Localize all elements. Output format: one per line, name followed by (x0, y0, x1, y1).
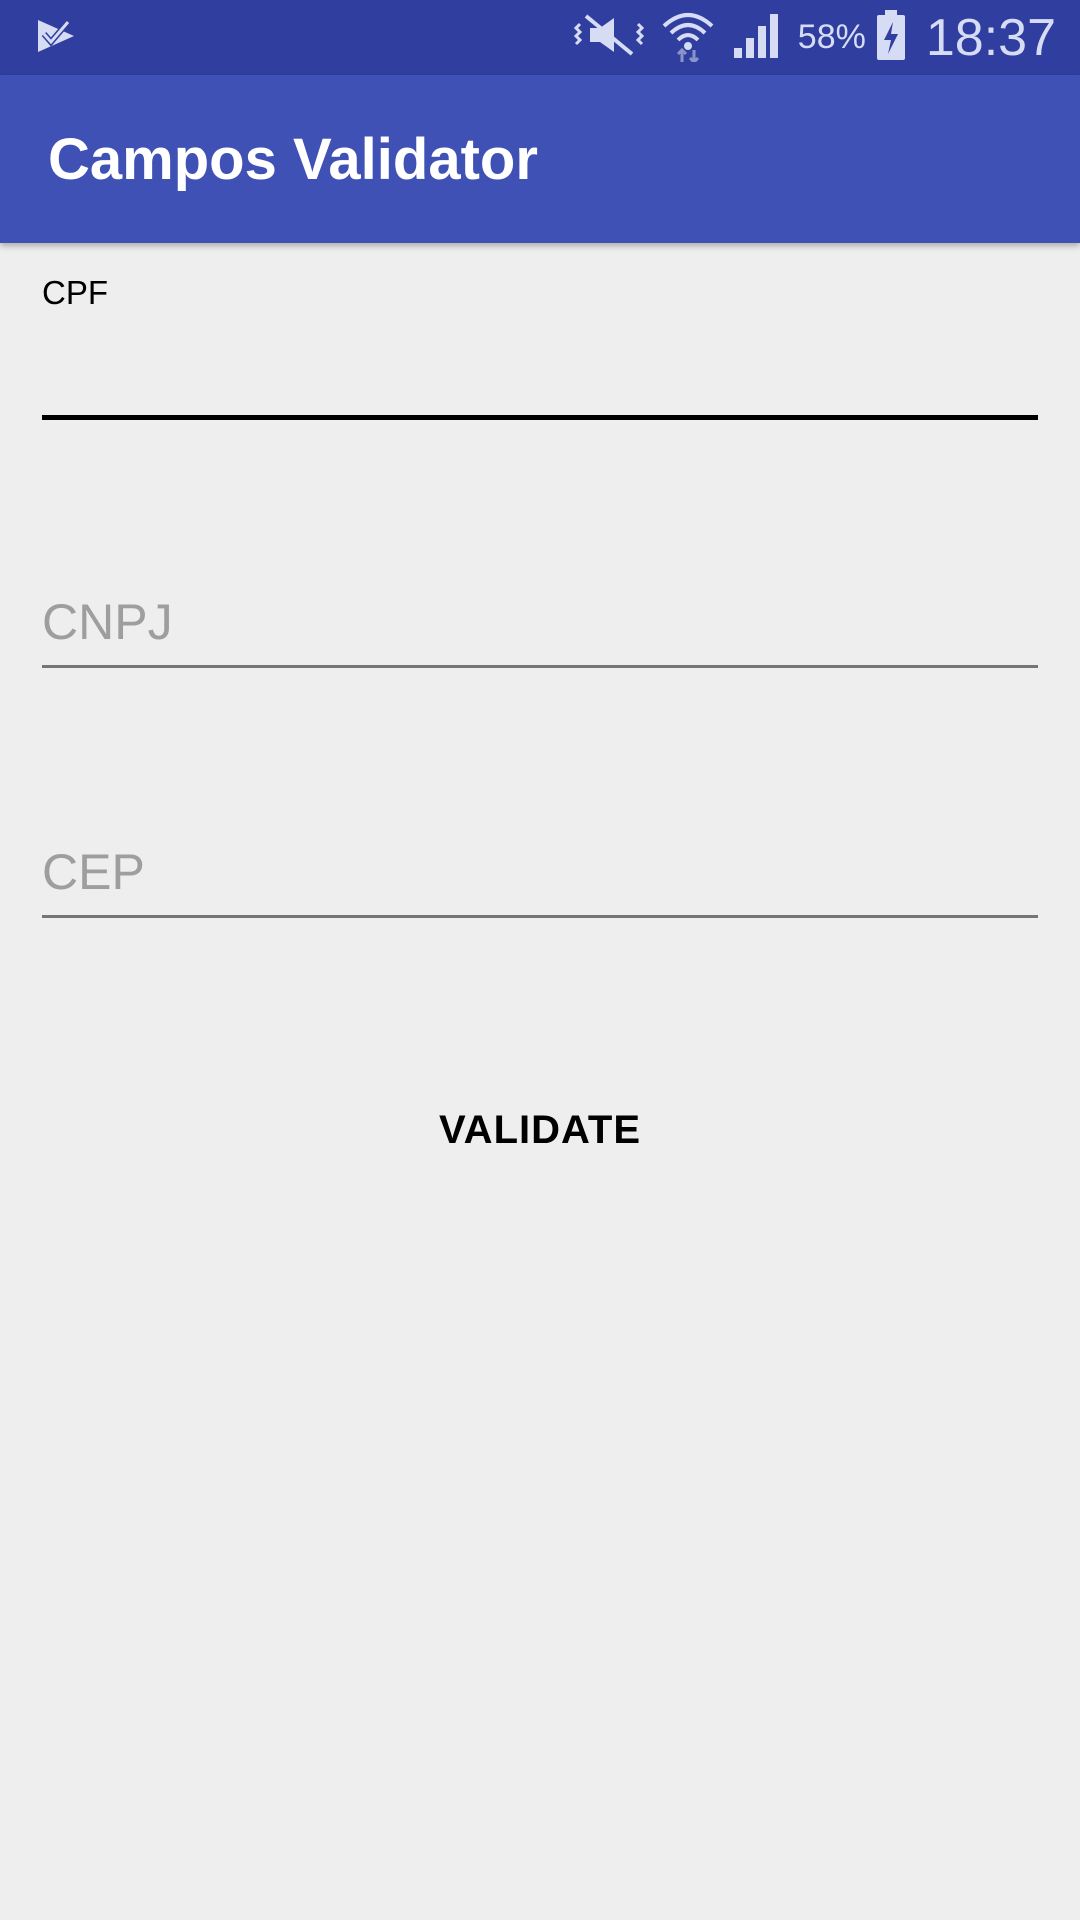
battery-percent: 58% (797, 18, 866, 56)
cep-underline (42, 915, 1038, 918)
screen: 58% 18:37 Campos Validator CPF VALIDATE (0, 0, 1080, 1920)
cep-input[interactable] (42, 840, 1038, 904)
status-bar: 58% 18:37 (0, 0, 1080, 75)
validate-button[interactable]: VALIDATE (400, 1090, 680, 1170)
cnpj-underline (42, 665, 1038, 668)
cnpj-field (42, 580, 1038, 680)
mute-vibrate-icon (573, 12, 644, 63)
task-check-icon (34, 14, 78, 58)
signal-icon (732, 10, 782, 65)
clock: 18:37 (925, 8, 1056, 67)
battery-charging-icon (876, 10, 906, 65)
cpf-field: CPF (42, 270, 1038, 430)
wifi-icon (660, 8, 716, 67)
app-bar: Campos Validator (0, 75, 1080, 243)
cep-field (42, 830, 1038, 930)
cpf-floating-label: CPF (42, 274, 108, 311)
app-title: Campos Validator (48, 127, 538, 192)
cpf-underline (42, 415, 1038, 420)
cpf-input[interactable] (42, 332, 1038, 392)
cnpj-input[interactable] (42, 590, 1038, 654)
status-icons: 58% 18:37 (573, 0, 1056, 75)
